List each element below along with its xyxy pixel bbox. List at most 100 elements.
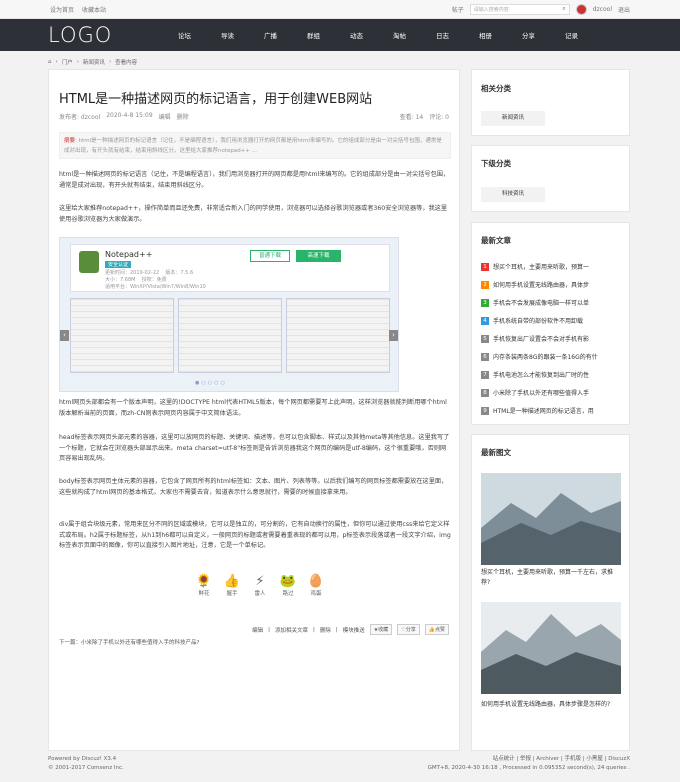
section-title: 下级分类 (481, 159, 511, 168)
breadcrumb: ⌂ › 门户 › 新闻资讯 › 查看内容 (48, 58, 138, 66)
article-link[interactable]: 手机会不会发展成像电脑一样可以单 (493, 298, 589, 307)
nav-item[interactable]: 淘帖 (378, 30, 421, 40)
nav-item[interactable]: 动态 (335, 30, 378, 40)
delete-link[interactable]: 删除 (177, 112, 189, 121)
app-icon (79, 251, 99, 273)
category-chip[interactable]: 新闻资讯 (481, 111, 545, 126)
latest-article-item[interactable]: 6 内存条装两条8G的跟装一条16G的有什 (481, 352, 621, 361)
avatar[interactable] (575, 3, 587, 15)
screenshot (70, 298, 174, 373)
nav-item[interactable]: 记录 (550, 30, 593, 40)
latest-article-item[interactable]: 5 手机恢复出厂设置会不会对手机有影 (481, 334, 621, 343)
article-link[interactable]: 手机恢复出厂设置会不会对手机有影 (493, 334, 589, 343)
edit-action[interactable]: 编辑 (252, 626, 263, 634)
site-logo[interactable]: LOGO (48, 23, 158, 47)
emotion-flower[interactable]: 🌻 鲜花 (194, 574, 214, 597)
latest-article-item[interactable]: 3 手机会不会发展成像电脑一样可以单 (481, 298, 621, 307)
view-count: 查看: 14 (399, 114, 424, 121)
latest-article-item[interactable]: 7 手机电池怎么才能恢复到出厂时的性 (481, 370, 621, 379)
like-button[interactable]: 👍点赞 (424, 624, 449, 635)
nav-item[interactable]: 相册 (464, 30, 507, 40)
headphone-article-image[interactable] (481, 473, 621, 565)
app-name: Notepad++ (105, 250, 153, 259)
home-icon[interactable]: ⌂ (48, 59, 52, 65)
latest-article-item[interactable]: 9 HTML是一种描述网页的标记语言，用 (481, 406, 621, 415)
app-info: 更新时间：2019-02-22 版本：7.5.6 大小：7.68M 授权：免费 … (105, 270, 206, 290)
handshake-icon: 👍 (223, 574, 241, 589)
emotion-handshake[interactable]: 👍 握手 (222, 574, 242, 597)
breadcrumb-portal[interactable]: 门户 (62, 58, 73, 66)
article-link[interactable]: 手机电池怎么才能恢复到出厂时的性 (493, 370, 589, 379)
breadcrumb-news[interactable]: 新闻资讯 (83, 58, 105, 66)
article-link[interactable]: 内存条装两条8G的跟装一条16G的有什 (493, 352, 598, 361)
screenshot-strip (70, 298, 390, 373)
article-link[interactable]: 小米除了手机以外还有哪些值得入手 (493, 388, 589, 397)
paragraph: div属于组合块级元素，常用来区分不同的区域或模块，它可以是独立的，可分割的，它… (59, 521, 451, 549)
screenshot (286, 298, 390, 373)
next-article-link[interactable]: 下一篇：小米除了手机以外还有哪些值得入手的科技产品? (59, 638, 199, 646)
category-chip[interactable]: 科技资讯 (481, 187, 545, 202)
next-arrow-icon[interactable]: › (389, 330, 398, 341)
nav-item[interactable]: 分享 (507, 30, 550, 40)
username-link[interactable]: dzcool (593, 6, 612, 13)
edit-link[interactable]: 编辑 (159, 112, 171, 121)
nav-item[interactable]: 日志 (421, 30, 464, 40)
slider-dots[interactable]: ●○○○○ (195, 380, 227, 386)
comment-count: 评论: 0 (429, 114, 449, 121)
nav-item[interactable]: 论坛 (163, 30, 206, 40)
prev-arrow-icon[interactable]: ‹ (60, 330, 69, 341)
article-actions: 编辑 | 添加相关文章 | 删除 | 模块推送 ★收藏 ♡分享 👍点赞 (59, 624, 449, 635)
search-icon[interactable]: ⌕ (562, 5, 565, 13)
normal-download-button[interactable]: 普通下载 (250, 250, 290, 262)
article-panel: HTML是一种描述网页的标记语言，用于创建WEB网站 发布者: dzcool 2… (48, 69, 460, 751)
push-action[interactable]: 模块推送 (343, 626, 365, 634)
favorite-button[interactable]: ★收藏 (369, 624, 393, 635)
article-link[interactable]: 想买个耳机，主要用来听歌，预算一 (493, 262, 589, 271)
main-nav: 论坛 导读 广播 群组 动态 淘帖 日志 相册 分享 记录 (163, 30, 593, 40)
author[interactable]: 发布者: dzcool (59, 112, 100, 121)
rank-number: 2 (481, 280, 489, 289)
nav-item[interactable]: 导读 (206, 30, 249, 40)
paragraph: html是一种描述网页的标记语言（记住，不是编程语言），我们用浏览器打开的网页都… (59, 171, 450, 189)
security-badge: 安全认证 (105, 261, 132, 268)
article-title: HTML是一种描述网页的标记语言，用于创建WEB网站 (59, 92, 373, 107)
add-related-action[interactable]: 添加相关文章 (275, 626, 308, 634)
frog-icon: 🐸 (279, 574, 297, 589)
article-link[interactable]: 如何用手机设置无线路由器，具体步 (493, 280, 589, 289)
paragraph: html网页头部都会有一个版本声明，这里的!DOCTYPE html代表HTML… (59, 399, 447, 417)
latest-pictures-box: 最新图文 想买个耳机，主要用来听歌，预算一千左右，求推荐? 如何用手机设置无线路… (471, 434, 630, 751)
screenshot (178, 298, 282, 373)
footer-stats: GMT+8, 2020-4-30 16:18 , Processed in 0.… (427, 765, 630, 771)
rank-number: 1 (481, 262, 489, 271)
router-article-image[interactable] (481, 602, 621, 694)
flower-icon: 🌻 (195, 574, 213, 589)
share-button[interactable]: ♡分享 (397, 624, 420, 635)
latest-article-item[interactable]: 8 小米除了手机以外还有哪些值得入手 (481, 388, 621, 397)
breadcrumb-current: 查看内容 (115, 60, 138, 66)
search-type-select[interactable]: 帖子 (452, 5, 464, 14)
set-home-link[interactable]: 设为首页 (50, 5, 74, 14)
picture-caption[interactable]: 想买个耳机，主要用来听歌，预算一千左右，求推荐? (481, 568, 621, 588)
nav-item[interactable]: 广播 (249, 30, 292, 40)
top-bar: 设为首页 收藏本站 帖子 请输入搜索内容 ⌕ dzcool 退出 (0, 0, 680, 19)
article-link[interactable]: HTML是一种描述网页的标记语言，用 (493, 406, 594, 415)
article-link[interactable]: 手机系统自带的部份软件不用卸载 (493, 316, 583, 325)
emotion-egg[interactable]: 🥚 鸡蛋 (306, 574, 326, 597)
latest-article-item[interactable]: 4 手机系统自带的部份软件不用卸载 (481, 316, 621, 325)
latest-article-item[interactable]: 1 想买个耳机，主要用来听歌，预算一 (481, 262, 621, 271)
search-input[interactable]: 请输入搜索内容 ⌕ (469, 3, 570, 15)
emotion-pass[interactable]: 🐸 路过 (278, 574, 298, 597)
footer-links[interactable]: 站点统计 | 举报 | Archiver | 手机版 | 小黑屋 | Discu… (428, 755, 630, 764)
delete-action[interactable]: 删除 (320, 626, 331, 634)
picture-caption[interactable]: 如何用手机设置无线路由器，具体步骤是怎样的? (481, 700, 621, 710)
logout-link[interactable]: 退出 (618, 5, 630, 14)
paragraph: head标签表示网页头部元素的容器，这里可以放网页的标题、关键词、描述等，也可以… (59, 434, 450, 462)
favorite-link[interactable]: 收藏本站 (82, 5, 106, 14)
fast-download-button[interactable]: 高速下载 (296, 250, 341, 262)
latest-article-item[interactable]: 2 如何用手机设置无线路由器，具体步 (481, 280, 621, 289)
paragraph: 这里给大家推荐notepad++，操作简单而且还免费，非常适合新入门的同学使用，… (59, 205, 448, 223)
emotion-shock[interactable]: ⚡ 雷人 (250, 574, 270, 597)
rank-number: 7 (481, 370, 489, 379)
publish-date: 2020-4-8 15:09 (106, 112, 153, 119)
nav-item[interactable]: 群组 (292, 30, 335, 40)
